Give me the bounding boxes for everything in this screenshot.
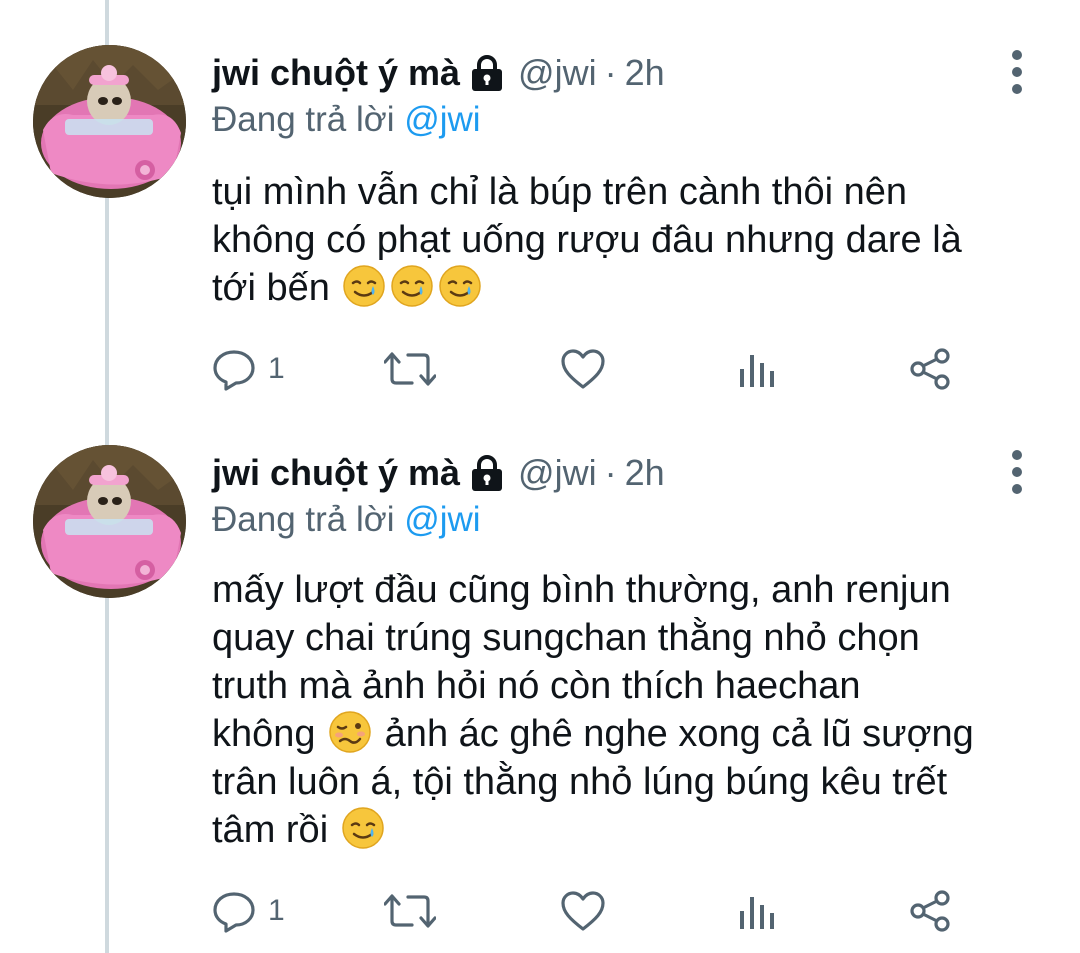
share-button[interactable]	[908, 886, 954, 936]
retweet-icon	[384, 894, 436, 928]
reply-count: 1	[268, 894, 285, 927]
tweet-text: tụi mình vẫn chỉ là búp trên cành thôi n…	[212, 168, 1042, 312]
tweet-header: jwi chuột ý mà @jwi · 2h	[212, 445, 665, 501]
more-options-icon[interactable]	[1004, 450, 1030, 494]
replying-to-handle[interactable]: @jwi	[404, 100, 480, 139]
views-icon	[740, 355, 774, 387]
tweet[interactable]: jwi chuột ý mà @jwi · 2h Đang trả lời @j…	[0, 0, 1080, 430]
replying-prefix: Đang trả lời	[212, 100, 395, 139]
tweet-text-line: không có phạt uống rượu đâu nhưng dare l…	[212, 219, 962, 261]
smiling-face-with-tear-emoji	[438, 264, 482, 308]
like-button[interactable]	[560, 344, 618, 394]
avatar[interactable]	[33, 445, 186, 598]
views-icon	[740, 897, 774, 929]
reply-count: 1	[268, 352, 285, 385]
tweet-text-fragment: không	[212, 713, 316, 755]
retweet-button[interactable]	[384, 344, 448, 394]
tweet-text-line: quay chai trúng sungchan thằng nhỏ chọn	[212, 617, 920, 659]
avatar[interactable]	[33, 45, 186, 198]
smiling-face-with-tear-emoji	[342, 264, 386, 308]
share-button[interactable]	[908, 344, 954, 394]
replying-to-handle[interactable]: @jwi	[404, 500, 480, 539]
views-button[interactable]	[737, 886, 777, 936]
views-button[interactable]	[737, 344, 777, 394]
tweet-text-line-with-emoji: tâm rồi	[212, 806, 1042, 854]
retweet-button[interactable]	[384, 886, 448, 936]
tweet-text: mấy lượt đầu cũng bình thường, anh renju…	[212, 566, 1042, 854]
tweet-actions: 1	[212, 886, 972, 936]
tweet-text-line-with-emoji: tới bến	[212, 264, 1042, 312]
reply-button[interactable]: 1	[212, 344, 285, 394]
display-name[interactable]: jwi chuột ý mà	[212, 452, 460, 494]
tweet-text-fragment: tâm rồi	[212, 809, 329, 851]
tweet-text-line: mấy lượt đầu cũng bình thường, anh renju…	[212, 569, 951, 611]
reply-button[interactable]: 1	[212, 886, 285, 936]
separator: ·	[604, 452, 617, 493]
like-button[interactable]	[560, 886, 618, 936]
timestamp[interactable]: 2h	[625, 52, 665, 94]
replying-to: Đang trả lời @jwi	[212, 500, 481, 540]
timestamp[interactable]: 2h	[625, 452, 665, 494]
tweet[interactable]: jwi chuột ý mà @jwi · 2h Đang trả lời @j…	[0, 430, 1080, 953]
tweet-text-line: truth mà ảnh hỏi nó còn thích haechan	[212, 665, 861, 707]
lock-icon	[470, 455, 504, 491]
smiling-face-with-tear-emoji	[341, 806, 385, 850]
like-icon	[561, 891, 605, 931]
share-icon	[910, 348, 950, 390]
reply-icon	[213, 892, 255, 933]
replying-to: Đang trả lời @jwi	[212, 100, 481, 140]
reply-icon	[213, 350, 255, 391]
handle[interactable]: @jwi	[518, 52, 597, 94]
tweet-actions: 1	[212, 344, 972, 394]
lock-icon	[470, 55, 504, 91]
share-icon	[910, 890, 950, 932]
tweet-text-line-with-emoji: không ảnh ác ghê nghe xong cả lũ sượng	[212, 710, 1042, 758]
tweet-header: jwi chuột ý mà @jwi · 2h	[212, 45, 665, 101]
tweet-text-fragment: ảnh ác ghê nghe xong cả lũ sượng	[384, 713, 974, 755]
tweet-text-fragment: tới bến	[212, 267, 330, 309]
tweet-text-line: tụi mình vẫn chỉ là búp trên cành thôi n…	[212, 171, 908, 213]
more-options-icon[interactable]	[1004, 50, 1030, 94]
woozy-face-emoji	[328, 710, 372, 754]
display-name[interactable]: jwi chuột ý mà	[212, 52, 460, 94]
retweet-icon	[384, 352, 436, 386]
replying-prefix: Đang trả lời	[212, 500, 395, 539]
like-icon	[561, 349, 605, 389]
separator: ·	[604, 52, 617, 93]
smiling-face-with-tear-emoji	[390, 264, 434, 308]
handle[interactable]: @jwi	[518, 452, 597, 494]
tweet-text-line: trân luôn á, tội thằng nhỏ lúng búng kêu…	[212, 761, 948, 803]
